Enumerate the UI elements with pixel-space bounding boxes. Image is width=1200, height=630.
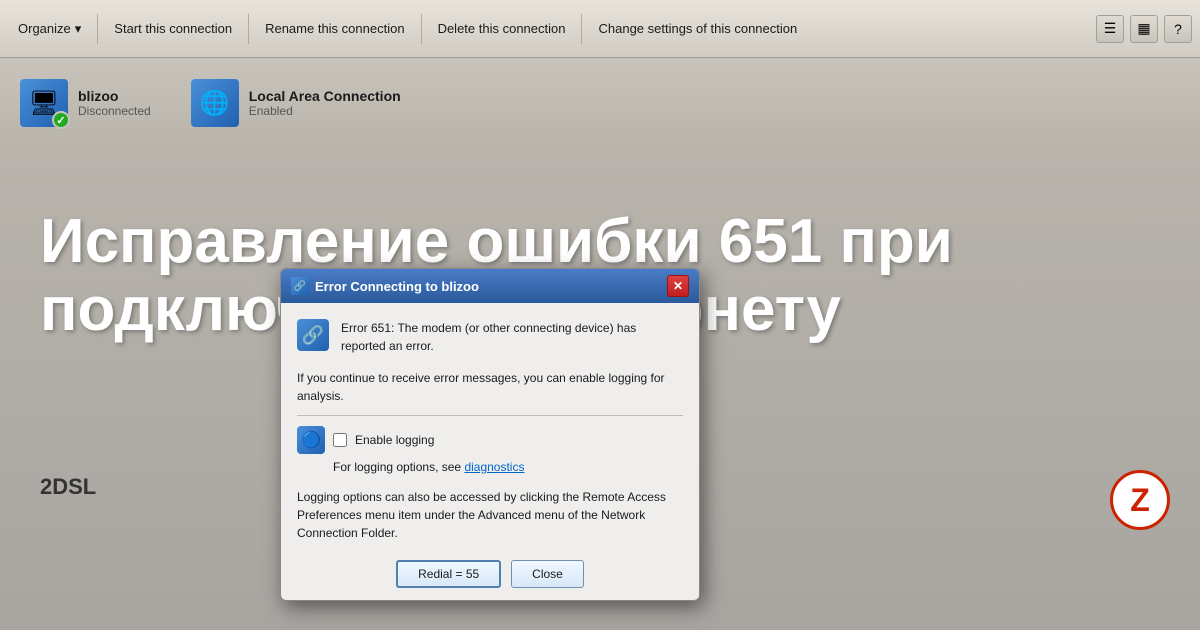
toolbar-divider-1 [97,14,98,44]
local-area-name: Local Area Connection [249,88,401,104]
change-settings-button[interactable]: Change settings of this connection [588,17,807,40]
delete-connection-button[interactable]: Delete this connection [428,17,576,40]
blizoo-icon: 🖥 ✓ [20,79,68,127]
enable-logging-checkbox[interactable] [333,433,347,447]
dialog-body: 🔗 Error 651: The modem (or other connect… [281,303,699,600]
blizoo-name: blizoo [78,88,151,104]
view-icon-button[interactable]: ▦ [1130,15,1158,43]
z-logo-letter: Z [1130,482,1150,519]
label-2dsl: 2DSL [40,474,96,500]
blizoo-item[interactable]: 🖥 ✓ blizoo Disconnected [20,79,151,127]
toolbar-divider-2 [248,14,249,44]
dropdown-arrow-icon: ▾ [75,21,82,37]
start-connection-button[interactable]: Start this connection [104,17,242,40]
diagnostics-link[interactable]: diagnostics [464,460,524,474]
local-icon: 🌐 [191,79,239,127]
toolbar: Organize ▾ Start this connection Rename … [0,0,1200,58]
main-area: Connecting... (PPP... Исправление ошибки… [0,148,1200,630]
view-toggle-button[interactable]: ☰ [1096,15,1124,43]
toolbar-divider-4 [581,14,582,44]
toolbar-divider-3 [421,14,422,44]
organize-button[interactable]: Organize ▾ [8,17,91,41]
dialog-separator [297,415,683,416]
help-button[interactable]: ? [1164,15,1192,43]
z-logo: Z [1110,470,1170,530]
dialog-error-row: 🔗 Error 651: The modem (or other connect… [297,319,683,355]
local-area-info: Local Area Connection Enabled [249,88,401,118]
close-dialog-button[interactable]: Close [511,560,584,588]
error-dialog: 🔗 Error Connecting to blizoo ✕ 🔗 Error 6… [280,268,700,601]
redial-button[interactable]: Redial = 55 [396,560,501,588]
dialog-title-text: Error Connecting to blizoo [315,279,479,294]
blizoo-badge: ✓ [52,111,70,129]
network-area: 🖥 ✓ blizoo Disconnected 🌐 Local Area Con… [0,58,1200,148]
toolbar-right: ☰ ▦ ? [1096,15,1192,43]
blizoo-status: Disconnected [78,104,151,118]
checkbox-row: 🔵 Enable logging [297,426,683,454]
dialog-error-icon: 🔗 [297,319,329,351]
dialog-logging-section: 🔵 Enable logging For logging options, se… [297,426,683,476]
dialog-sub-text: If you continue to receive error message… [297,369,683,405]
dialog-buttons: Redial = 55 Close [297,556,683,588]
local-area-status: Enabled [249,104,401,118]
dialog-title-icon: 🔗 [291,277,309,295]
dialog-long-text: Logging options can also be accessed by … [297,488,683,542]
logging-options-text: For logging options, see diagnostics [333,458,683,476]
enable-logging-label: Enable logging [355,433,434,447]
blizoo-info: blizoo Disconnected [78,88,151,118]
rename-connection-button[interactable]: Rename this connection [255,17,414,40]
local-icon-img: 🌐 [191,79,239,127]
dialog-titlebar: 🔗 Error Connecting to blizoo ✕ [281,269,699,303]
dialog-close-button[interactable]: ✕ [667,275,689,297]
dialog-title-content: 🔗 Error Connecting to blizoo [291,277,479,295]
z-logo-circle: Z [1110,470,1170,530]
checkbox-icon: 🔵 [297,426,325,454]
dialog-error-text: Error 651: The modem (or other connectin… [341,319,683,355]
local-area-item[interactable]: 🌐 Local Area Connection Enabled [191,79,401,127]
